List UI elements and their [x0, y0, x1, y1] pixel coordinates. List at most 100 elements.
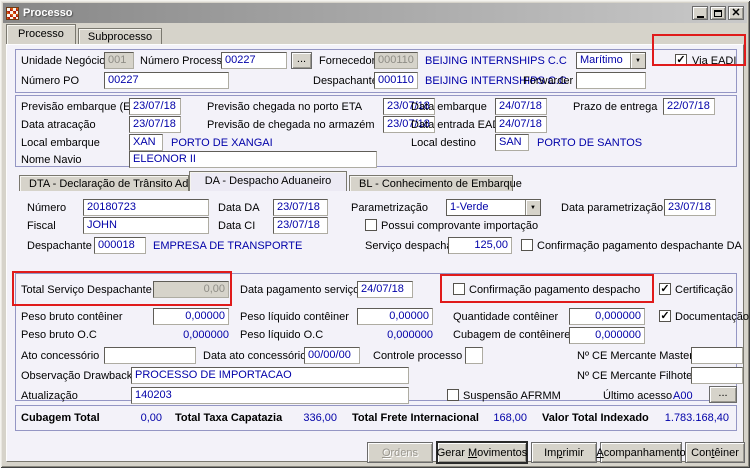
- cubagem-conteineres-label: Cubagem de contêineres: [453, 329, 576, 341]
- data-ato-input[interactable]: 00/00/00: [304, 347, 360, 364]
- gerar-movimentos-button[interactable]: Gerar Movimentos: [436, 441, 528, 464]
- da-numero-label: Número: [27, 202, 67, 214]
- data-embarque-label: Data embarque: [411, 101, 487, 113]
- minimize-button[interactable]: [692, 6, 708, 20]
- ultimo-acesso-browse-button[interactable]: ...: [709, 386, 737, 403]
- maximize-icon: [714, 9, 722, 17]
- fornecedor-label: Fornecedor: [319, 55, 376, 67]
- numero-processo-browse-button[interactable]: ...: [291, 52, 312, 69]
- previsao-embarque-input[interactable]: 23/07/18: [129, 98, 181, 115]
- local-destino-label: Local destino: [411, 137, 476, 149]
- certificacao-checkbox[interactable]: ✓: [659, 283, 671, 295]
- parametrizacao-label: Parametrização: [351, 202, 429, 214]
- da-despachante-name-text: EMPRESA DE TRANSPORTE: [153, 240, 303, 252]
- local-embarque-name-text: PORTO DE XANGAI: [171, 137, 273, 149]
- peso-bruto-conteiner-input[interactable]: 0,00000: [153, 308, 229, 325]
- data-ci-input[interactable]: 23/07/18: [273, 217, 328, 234]
- taxa-capatazia-label: Total Taxa Capatazia: [175, 412, 283, 424]
- obs-drawback-label: Observação Drawback: [21, 370, 133, 382]
- documentacao-label: Documentação: [675, 311, 749, 323]
- despachante-header-input[interactable]: 000110: [374, 72, 418, 89]
- ce-master-label: Nº CE Mercante Master: [577, 350, 693, 362]
- data-embarque-input[interactable]: 24/07/18: [495, 98, 547, 115]
- ce-filhote-input[interactable]: [691, 367, 743, 384]
- data-da-label: Data DA: [218, 202, 260, 214]
- atualizacao-input[interactable]: 140203: [131, 387, 409, 404]
- ordens-button-label: Ordens: [381, 446, 419, 459]
- prazo-entrega-input[interactable]: 22/07/18: [663, 98, 715, 115]
- valor-indexado-label: Valor Total Indexado: [542, 412, 649, 424]
- data-ato-label: Data ato concessório: [203, 350, 307, 362]
- data-parametrizacao-input[interactable]: 23/07/18: [664, 199, 716, 216]
- obs-drawback-input[interactable]: PROCESSO DE IMPORTACAO: [131, 367, 409, 384]
- acompanhamento-button[interactable]: Acompanhamento: [596, 442, 686, 463]
- controle-processo-label: Controle processo: [373, 350, 463, 362]
- modal-dropdown[interactable]: Marítimo ▼: [576, 52, 646, 69]
- possui-comprovante-label: Possui comprovante importação: [381, 220, 539, 232]
- gerar-movimentos-button-label: Gerar Movimentos: [436, 446, 528, 459]
- app-icon: [6, 6, 19, 20]
- tab-da[interactable]: DA - Despacho Aduaneiro: [189, 171, 347, 191]
- numero-processo-input[interactable]: 00227: [221, 52, 287, 69]
- unidade-negocio-label: Unidade Negócio: [21, 55, 106, 67]
- confirmacao-despacho-checkbox[interactable]: [453, 283, 465, 295]
- maximize-button[interactable]: [710, 6, 726, 20]
- ordens-button[interactable]: Ordens: [367, 442, 433, 463]
- local-embarque-code-input[interactable]: XAN: [129, 134, 163, 151]
- via-eadi-checkbox[interactable]: ✓: [675, 54, 687, 66]
- data-da-input[interactable]: 23/07/18: [273, 199, 328, 216]
- chevron-down-icon[interactable]: ▼: [630, 53, 645, 68]
- ultimo-acesso-value: A00: [673, 390, 693, 402]
- ce-filhote-label: Nº CE Mercante Filhote: [577, 370, 693, 382]
- tab-subprocesso[interactable]: Subprocesso: [77, 28, 163, 44]
- confirmacao-despachante-da-checkbox[interactable]: [521, 239, 533, 251]
- peso-bruto-oc-label: Peso bruto O.C: [21, 329, 97, 341]
- data-entrada-eadi-input[interactable]: 24/07/18: [495, 116, 547, 133]
- quantidade-conteiner-input[interactable]: 0,000000: [569, 308, 645, 325]
- nome-navio-input[interactable]: ELEONOR II: [129, 151, 377, 168]
- parametrizacao-dropdown[interactable]: 1-Verde ▼: [446, 199, 541, 216]
- local-destino-code-input[interactable]: SAN: [495, 134, 529, 151]
- ce-master-input[interactable]: [691, 347, 743, 364]
- ato-concessorio-input[interactable]: [104, 347, 196, 364]
- fiscal-input[interactable]: JOHN: [83, 217, 209, 234]
- data-pagamento-input[interactable]: 24/07/18: [357, 281, 413, 298]
- data-parametrizacao-label: Data parametrização: [561, 202, 664, 214]
- frete-internacional-label: Total Frete Internacional: [352, 412, 479, 424]
- peso-liquido-oc-value: 0,000000: [387, 329, 433, 341]
- close-button[interactable]: ✕: [728, 6, 744, 20]
- window-title: Processo: [23, 7, 73, 19]
- controle-processo-input[interactable]: [465, 347, 483, 364]
- fiscal-label: Fiscal: [27, 220, 56, 232]
- cubagem-conteineres-input[interactable]: 0,000000: [569, 327, 645, 344]
- conteiner-button[interactable]: Contêiner: [685, 442, 745, 463]
- peso-liquido-conteiner-input[interactable]: 0,00000: [357, 308, 433, 325]
- data-atracacao-input[interactable]: 23/07/18: [129, 116, 181, 133]
- da-despachante-input[interactable]: 000018: [94, 237, 146, 254]
- taxa-capatazia-value: 336,00: [303, 412, 337, 424]
- confirmacao-despacho-label: Confirmação pagamento despacho: [469, 284, 641, 296]
- tab-bl[interactable]: BL - Conhecimento de Embarque: [349, 175, 522, 191]
- da-numero-input[interactable]: 20180723: [83, 199, 209, 216]
- parametrizacao-dropdown-value: 1-Verde: [450, 201, 489, 213]
- suspensao-afrmm-checkbox[interactable]: [447, 389, 459, 401]
- data-atracacao-label: Data atracação: [21, 119, 96, 131]
- tab-dta[interactable]: DTA - Declaração de Trânsito Aduaneiro: [19, 175, 225, 191]
- total-servico-label: Total Serviço Despachante: [21, 284, 152, 296]
- forwarder-input[interactable]: [576, 72, 646, 89]
- tab-processo[interactable]: Processo: [6, 24, 76, 44]
- servico-despachante-input[interactable]: 125,00: [448, 237, 512, 254]
- atualizacao-label: Atualização: [21, 390, 78, 402]
- previsao-chegada-porto-label: Previsão chegada no porto ETA: [207, 101, 363, 113]
- peso-bruto-oc-value: 0,000000: [183, 329, 229, 341]
- fornecedor-input: 000110: [374, 52, 418, 69]
- documentacao-checkbox[interactable]: ✓: [659, 310, 671, 322]
- chevron-down-icon[interactable]: ▼: [525, 200, 540, 215]
- possui-comprovante-checkbox[interactable]: [365, 219, 377, 231]
- titlebar: Processo ✕: [3, 3, 747, 23]
- imprimir-button[interactable]: Imprimir: [531, 442, 597, 463]
- data-pagamento-label: Data pagamento serviço: [240, 284, 360, 296]
- via-eadi-label: Via EADI: [692, 55, 737, 67]
- peso-bruto-conteiner-label: Peso bruto contêiner: [21, 311, 123, 323]
- numero-po-input[interactable]: 00227: [104, 72, 229, 89]
